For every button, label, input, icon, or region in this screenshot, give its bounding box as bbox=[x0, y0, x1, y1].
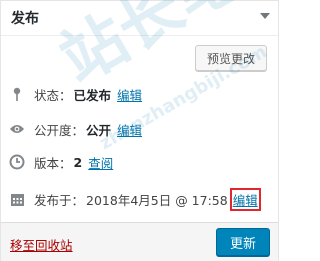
visibility-label: 公开度： bbox=[34, 122, 85, 138]
publish-box: 发布 预览更改 状态： 已发布 编辑 公开度： 公开 编辑 版本： 2 查阅 发… bbox=[0, 0, 307, 261]
major-publishing-actions: 移至回收站 更新 bbox=[1, 222, 278, 261]
published-label: 发布于： bbox=[34, 192, 85, 208]
revisions-browse-link[interactable]: 查阅 bbox=[88, 153, 113, 172]
visibility-row: 公开度： 公开 编辑 bbox=[9, 119, 142, 139]
revisions-count: 2 bbox=[73, 154, 83, 170]
chevron-down-icon[interactable] bbox=[260, 13, 270, 19]
published-edit-link[interactable]: 编辑 bbox=[229, 187, 261, 211]
status-edit-link[interactable]: 编辑 bbox=[117, 85, 142, 104]
visibility-value: 公开 bbox=[86, 122, 112, 138]
calendar-icon bbox=[9, 191, 25, 207]
preview-changes-button[interactable]: 预览更改 bbox=[195, 45, 267, 71]
revisions-label: 版本： bbox=[34, 155, 72, 171]
published-row: 发布于： 2018年4月5日 @ 17:58 编辑 bbox=[9, 187, 261, 211]
update-button[interactable]: 更新 bbox=[216, 228, 270, 256]
status-label: 状态： bbox=[34, 87, 72, 103]
published-date: 2018年4月5日 @ 17:58 bbox=[86, 192, 228, 208]
publish-box-header[interactable]: 发布 bbox=[1, 1, 278, 36]
status-value: 已发布 bbox=[73, 87, 112, 103]
visibility-edit-link[interactable]: 编辑 bbox=[117, 120, 142, 139]
revisions-row: 版本： 2 查阅 bbox=[9, 152, 113, 172]
clock-icon bbox=[9, 154, 25, 170]
publish-box-title: 发布 bbox=[11, 11, 39, 27]
eye-icon bbox=[9, 121, 25, 137]
move-to-trash-link[interactable]: 移至回收站 bbox=[10, 235, 73, 254]
pin-icon bbox=[9, 86, 25, 102]
status-row: 状态： 已发布 编辑 bbox=[9, 84, 142, 104]
